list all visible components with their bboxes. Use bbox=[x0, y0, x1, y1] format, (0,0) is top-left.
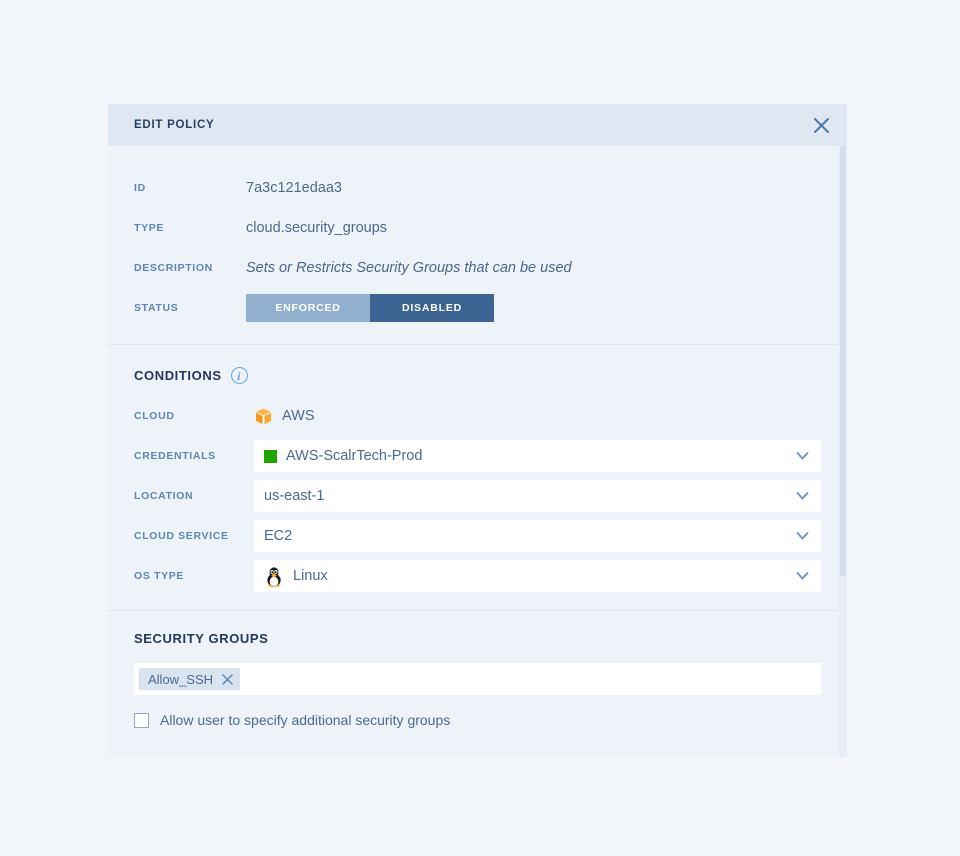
detail-row-description: DESCRIPTION Sets or Restricts Security G… bbox=[134, 248, 821, 288]
status-option-enforced[interactable]: ENFORCED bbox=[246, 294, 370, 322]
chevron-down-icon bbox=[796, 572, 809, 580]
info-icon[interactable]: i bbox=[230, 367, 248, 384]
remove-tag-icon-glyph bbox=[222, 673, 233, 685]
condition-row-cloud-service: CLOUD SERVICE EC2 bbox=[134, 520, 821, 552]
policy-details-section: ID 7a3c121edaa3 TYPE cloud.security_grou… bbox=[108, 146, 847, 344]
security-group-tag-label: Allow_SSH bbox=[148, 671, 214, 687]
conditions-heading-label: CONDITIONS bbox=[134, 368, 222, 383]
condition-label-credentials: CREDENTIALS bbox=[134, 450, 216, 462]
os-type-dropdown[interactable]: Linux bbox=[254, 560, 821, 592]
panel-scrollbar-thumb[interactable] bbox=[840, 146, 846, 576]
condition-label-cloud-service: CLOUD SERVICE bbox=[134, 530, 229, 542]
detail-row-type: TYPE cloud.security_groups bbox=[134, 208, 821, 248]
detail-label-description: DESCRIPTION bbox=[134, 262, 213, 274]
status-toggle[interactable]: ENFORCED DISABLED bbox=[246, 294, 494, 322]
credentials-value: AWS-ScalrTech-Prod bbox=[286, 447, 423, 464]
conditions-heading: CONDITIONS i bbox=[134, 367, 821, 384]
condition-label-os-type: OS TYPE bbox=[134, 570, 185, 582]
security-groups-heading: SECURITY GROUPS bbox=[134, 631, 269, 646]
detail-row-id: ID 7a3c121edaa3 bbox=[134, 168, 821, 208]
condition-value-cloud-text: AWS bbox=[282, 408, 315, 424]
detail-label-id: ID bbox=[134, 182, 146, 194]
location-value: us-east-1 bbox=[264, 487, 325, 504]
detail-label-type: TYPE bbox=[134, 222, 165, 234]
detail-label-status: STATUS bbox=[134, 302, 179, 314]
allow-additional-groups-row: Allow user to specify additional securit… bbox=[134, 712, 821, 728]
edit-policy-panel: EDIT POLICY ID 7a3c121edaa3 TYPE cloud.s… bbox=[108, 104, 847, 757]
conditions-section: CONDITIONS i CLOUD AWS CREDENTIALS AWS-S… bbox=[108, 345, 847, 610]
condition-label-location: LOCATION bbox=[134, 490, 194, 502]
chevron-down-icon bbox=[796, 452, 809, 460]
security-groups-section: SECURITY GROUPS Allow_SSH Allow user to … bbox=[108, 611, 847, 748]
panel-header: EDIT POLICY bbox=[108, 104, 847, 146]
close-icon-glyph bbox=[813, 117, 829, 133]
page-title: EDIT POLICY bbox=[134, 119, 215, 131]
condition-value-cloud: AWS bbox=[254, 407, 315, 426]
chevron-down-icon bbox=[796, 532, 809, 540]
allow-additional-groups-checkbox[interactable] bbox=[134, 712, 149, 728]
credentials-dropdown[interactable]: AWS-ScalrTech-Prod bbox=[254, 440, 821, 472]
cloud-service-dropdown[interactable]: EC2 bbox=[254, 520, 821, 552]
detail-value-type: cloud.security_groups bbox=[246, 220, 388, 236]
location-dropdown[interactable]: us-east-1 bbox=[254, 480, 821, 512]
linux-penguin-icon bbox=[267, 566, 281, 587]
allow-additional-groups-label[interactable]: Allow user to specify additional securit… bbox=[160, 712, 450, 728]
condition-row-cloud: CLOUD AWS bbox=[134, 400, 821, 432]
detail-row-status: STATUS ENFORCED DISABLED bbox=[134, 288, 821, 328]
green-status-square-icon bbox=[264, 449, 277, 463]
condition-row-location: LOCATION us-east-1 bbox=[134, 480, 821, 512]
chevron-down-icon bbox=[796, 492, 809, 500]
detail-value-id: 7a3c121edaa3 bbox=[246, 180, 342, 196]
remove-tag-icon[interactable] bbox=[222, 673, 233, 685]
status-option-disabled[interactable]: DISABLED bbox=[370, 294, 494, 322]
screen: EDIT POLICY ID 7a3c121edaa3 TYPE cloud.s… bbox=[0, 0, 960, 856]
panel-scrollbar-track[interactable] bbox=[839, 146, 847, 757]
security-groups-tag-input[interactable]: Allow_SSH bbox=[134, 663, 821, 695]
close-icon[interactable] bbox=[807, 111, 835, 139]
os-type-value: Linux bbox=[293, 567, 328, 584]
condition-label-cloud: CLOUD bbox=[134, 410, 175, 422]
condition-row-os-type: OS TYPE Linux bbox=[134, 560, 821, 592]
condition-row-credentials: CREDENTIALS AWS-ScalrTech-Prod bbox=[134, 440, 821, 472]
detail-value-description: Sets or Restricts Security Groups that c… bbox=[246, 260, 572, 276]
cloud-service-value: EC2 bbox=[264, 527, 293, 544]
aws-cube-icon bbox=[255, 408, 272, 424]
security-group-tag: Allow_SSH bbox=[139, 668, 241, 690]
